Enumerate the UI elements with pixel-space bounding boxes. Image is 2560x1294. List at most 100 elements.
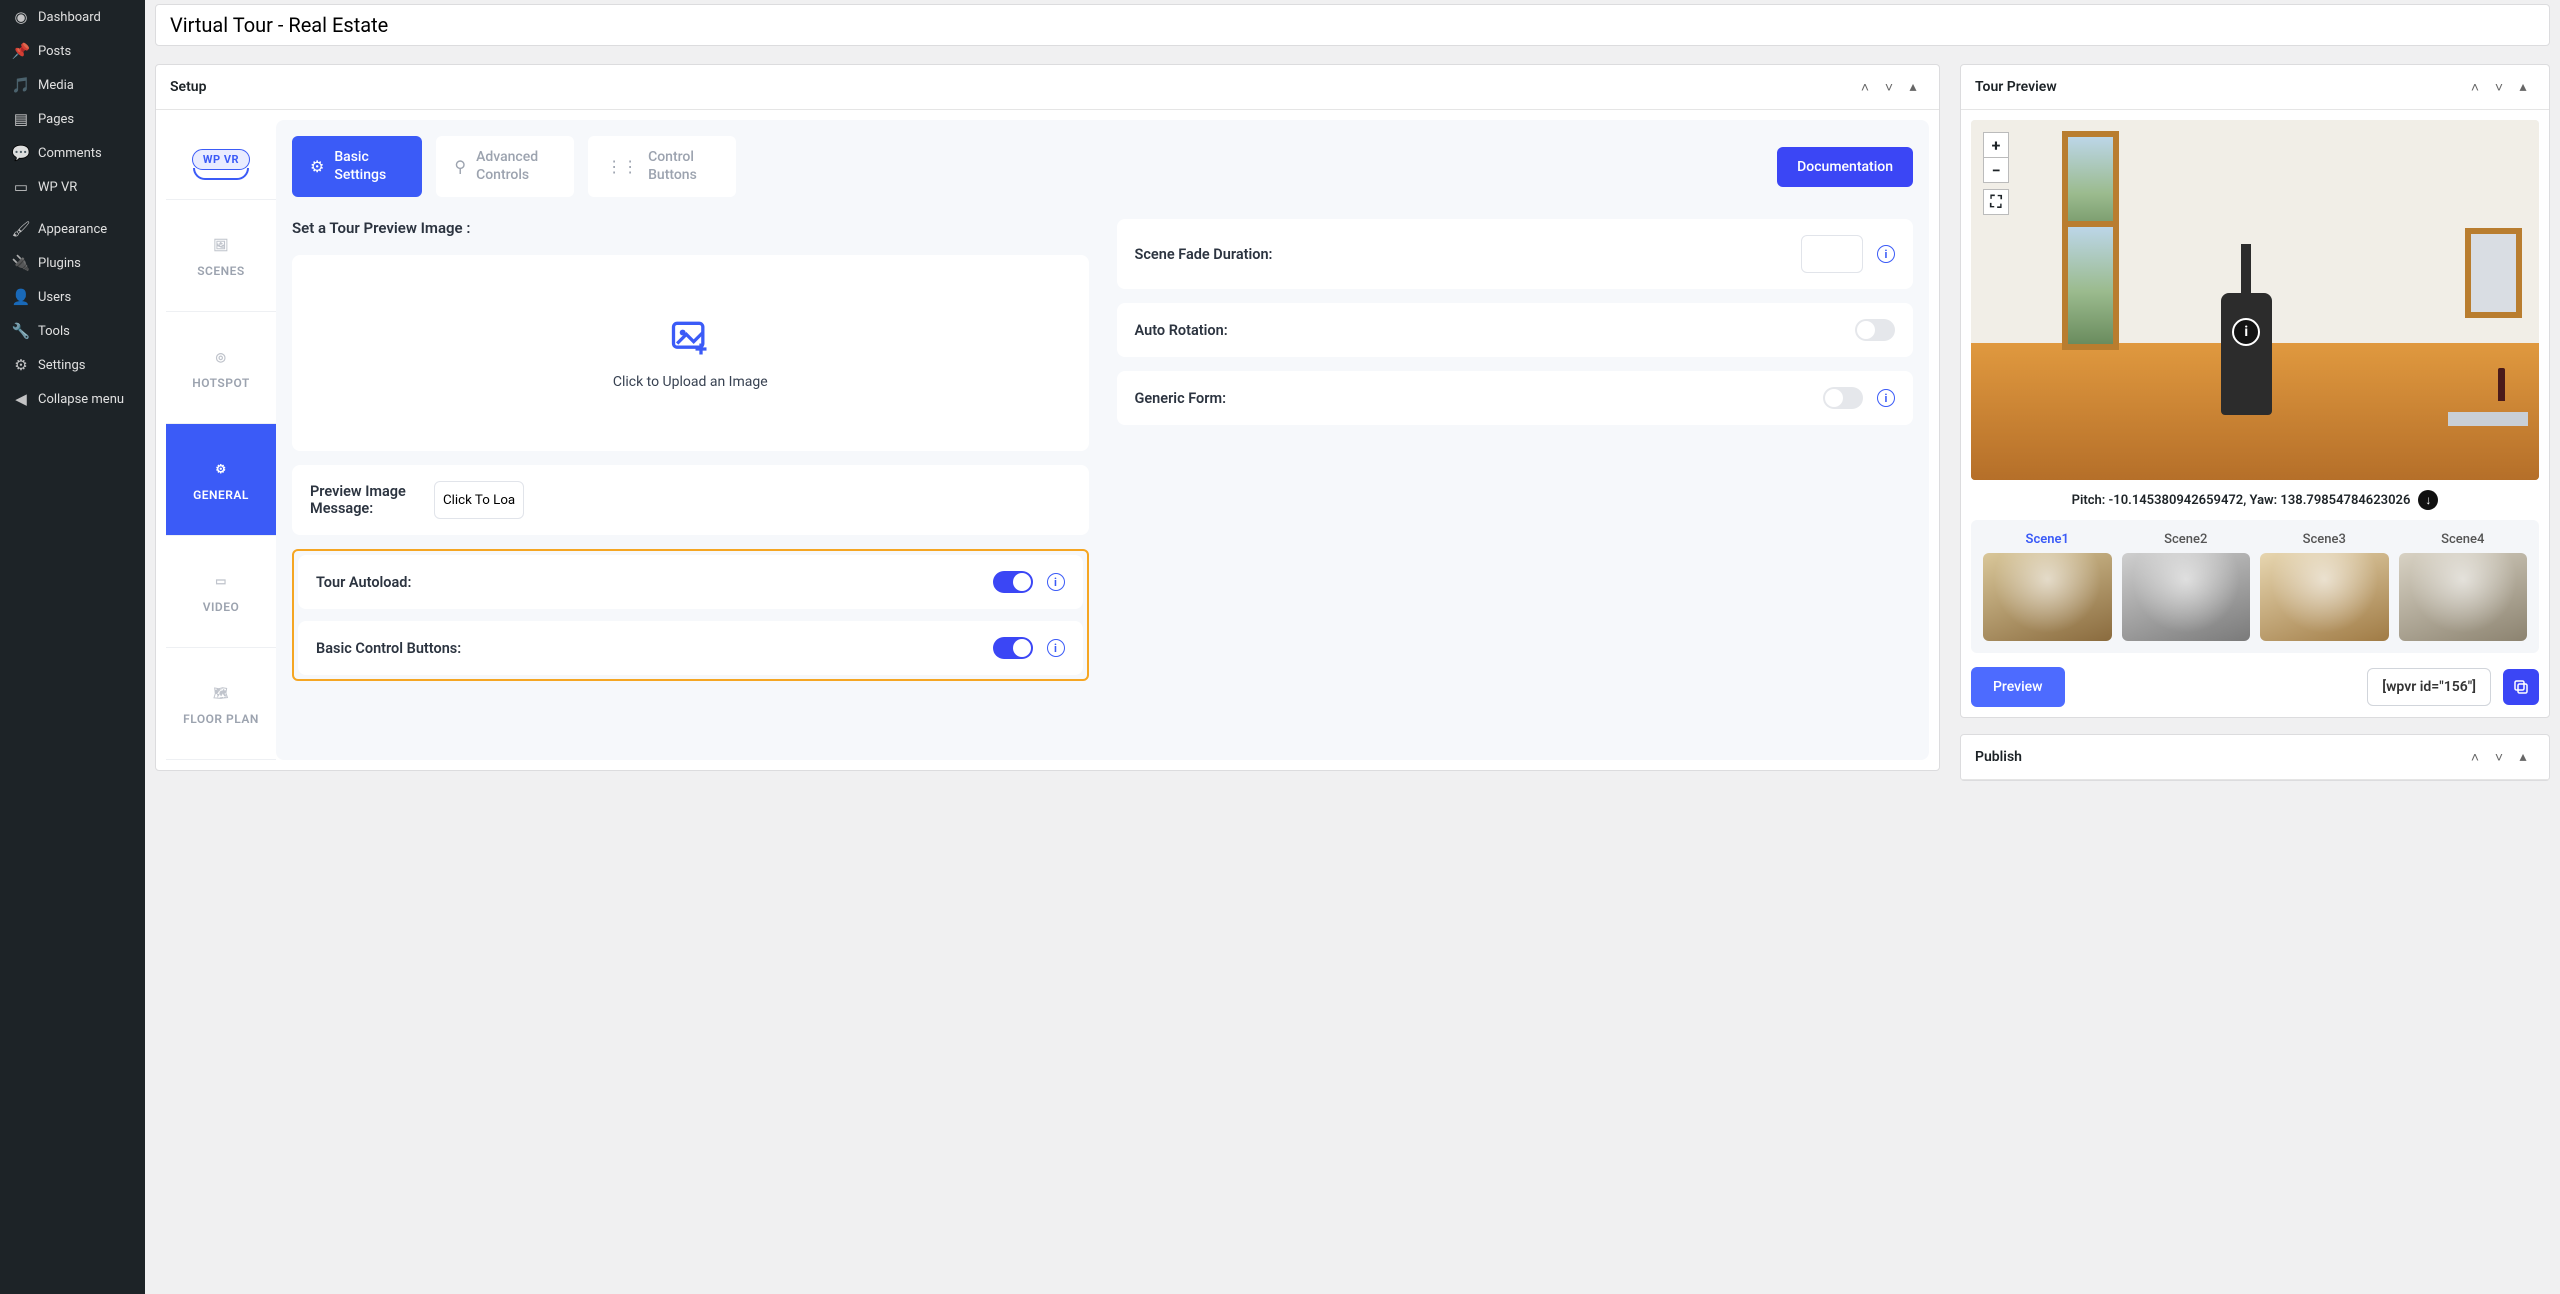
vtab-floorplan[interactable]: 🗺FLOOR PLAN [166, 648, 276, 760]
field-label: Auto Rotation: [1135, 322, 1842, 339]
documentation-button[interactable]: Documentation [1777, 147, 1913, 187]
copy-shortcode-button[interactable] [2503, 669, 2539, 705]
menu-users[interactable]: 👤Users [0, 280, 145, 314]
menu-label: Plugins [38, 256, 81, 271]
htab-control-buttons[interactable]: ⋮⋮ Control Buttons [588, 136, 736, 197]
brush-icon: 🖌 [12, 220, 30, 238]
menu-pages[interactable]: ▤Pages [0, 102, 145, 136]
panel-toggle-icon[interactable]: ▴ [2511, 75, 2535, 99]
panel-up-icon[interactable]: ˄ [2463, 745, 2487, 769]
basic-control-buttons-toggle[interactable] [993, 637, 1033, 659]
vtab-hotspot[interactable]: ◎ HOTSPOT [166, 312, 276, 424]
basic-control-buttons-row: Basic Control Buttons: i [298, 621, 1083, 675]
shortcode-display: [wpvr id="156"] [2367, 668, 2491, 706]
gear-icon: ⚙ [210, 458, 232, 480]
scene-thumb-3[interactable]: Scene3 [2260, 532, 2389, 641]
scene-thumb-2[interactable]: Scene2 [2122, 532, 2251, 641]
tour-preview-postbox: Tour Preview ˄ ˅ ▴ [1960, 64, 2550, 718]
panel-toggle-icon[interactable]: ▴ [2511, 745, 2535, 769]
menu-label: Posts [38, 44, 71, 59]
help-icon[interactable]: i [1047, 639, 1065, 657]
htab-label: Control Buttons [648, 149, 718, 184]
panorama-viewer[interactable]: i + − ⛶ [1971, 120, 2539, 480]
help-icon[interactable]: i [1047, 573, 1065, 591]
menu-media[interactable]: 🎵Media [0, 68, 145, 102]
htab-advanced-controls[interactable]: ⚲Advanced Controls [436, 136, 574, 197]
plug-icon: 🔌 [12, 254, 30, 272]
menu-settings[interactable]: ⚙Settings [0, 348, 145, 382]
vertical-tabs: WP VR 🖼SCENES ◎HOTSPOT ⚙GENERAL ▭VIDEO 🗺… [166, 120, 276, 760]
menu-label: Dashboard [38, 10, 101, 25]
vtab-general[interactable]: ⚙GENERAL [166, 424, 276, 536]
menu-label: Tools [38, 324, 70, 339]
zoom-out-button[interactable]: − [1983, 157, 2009, 183]
vtab-scenes[interactable]: 🖼SCENES [166, 200, 276, 312]
publish-postbox: Publish ˄ ˅ ▴ [1960, 734, 2550, 781]
menu-collapse[interactable]: ◀Collapse menu [0, 382, 145, 416]
scene-thumb-4[interactable]: Scene4 [2399, 532, 2528, 641]
panel-down-icon[interactable]: ˅ [2487, 75, 2511, 99]
panel-toggle-icon[interactable]: ▴ [1901, 75, 1925, 99]
preview-image-heading: Set a Tour Preview Image : [292, 219, 1089, 237]
image-icon: 🖼 [210, 234, 232, 256]
tour-autoload-toggle[interactable] [993, 571, 1033, 593]
scene-thumb-1[interactable]: Scene1 [1983, 532, 2112, 641]
menu-tools[interactable]: 🔧Tools [0, 314, 145, 348]
scene-fade-duration-row: Scene Fade Duration: i [1117, 219, 1914, 289]
copy-icon [2512, 678, 2530, 696]
htab-basic-settings[interactable]: ⚙Basic Settings [292, 136, 422, 197]
upload-preview-image[interactable]: Click to Upload an Image [292, 255, 1089, 451]
tour-preview-heading: Tour Preview [1975, 79, 2463, 95]
fullscreen-button[interactable]: ⛶ [1983, 189, 2009, 215]
vtab-label: VIDEO [203, 600, 240, 614]
generic-form-toggle[interactable] [1823, 387, 1863, 409]
dashboard-icon: ◉ [12, 8, 30, 26]
generic-form-row: Generic Form: i [1117, 371, 1914, 425]
comment-icon: 💬 [12, 144, 30, 162]
menu-label: Comments [38, 146, 102, 161]
download-icon[interactable]: ↓ [2418, 490, 2438, 510]
auto-rotation-row: Auto Rotation: [1117, 303, 1914, 357]
target-icon: ◎ [210, 346, 232, 368]
pin-icon: 📌 [12, 42, 30, 60]
menu-posts[interactable]: 📌 Posts [0, 34, 145, 68]
pages-icon: ▤ [12, 110, 30, 128]
scene-fade-duration-input[interactable] [1801, 235, 1863, 273]
pitch-yaw-readout: Pitch: -10.145380942659472, Yaw: 138.798… [2072, 493, 2411, 508]
preview-message-input[interactable] [434, 481, 524, 519]
panel-down-icon[interactable]: ˅ [1877, 75, 1901, 99]
scene-label: Scene3 [2303, 532, 2346, 547]
zoom-in-button[interactable]: + [1983, 132, 2009, 158]
menu-comments[interactable]: 💬 Comments [0, 136, 145, 170]
menu-label: Collapse menu [38, 392, 124, 407]
vtab-label: HOTSPOT [192, 376, 250, 390]
scene-label: Scene4 [2441, 532, 2484, 547]
menu-label: Media [38, 78, 74, 93]
controls-icon: ⋮⋮ [606, 157, 638, 177]
htab-label: Advanced Controls [476, 149, 556, 184]
preview-button[interactable]: Preview [1971, 667, 2065, 707]
htab-label: Basic Settings [334, 149, 404, 184]
help-icon[interactable]: i [1877, 389, 1895, 407]
menu-wpvr[interactable]: ▭WP VR [0, 170, 145, 204]
menu-label: Settings [38, 358, 85, 373]
panel-down-icon[interactable]: ˅ [2487, 745, 2511, 769]
publish-heading: Publish [1975, 749, 2463, 765]
upload-label: Click to Upload an Image [613, 374, 768, 390]
setup-heading: Setup [170, 79, 1853, 95]
setup-postbox: Setup ˄ ˅ ▴ WP VR 🖼SCENES [155, 64, 1940, 771]
menu-label: Users [38, 290, 71, 305]
vtab-video[interactable]: ▭VIDEO [166, 536, 276, 648]
help-icon[interactable]: i [1877, 245, 1895, 263]
menu-appearance[interactable]: 🖌Appearance [0, 212, 145, 246]
menu-plugins[interactable]: 🔌 Plugins [0, 246, 145, 280]
panel-up-icon[interactable]: ˄ [1853, 75, 1877, 99]
auto-rotation-toggle[interactable] [1855, 319, 1895, 341]
field-label: Basic Control Buttons: [316, 640, 979, 657]
highlighted-settings: Tour Autoload: i Basic Control Buttons: [292, 549, 1089, 681]
menu-dashboard[interactable]: ◉ Dashboard [0, 0, 145, 34]
scene-label: Scene1 [2026, 532, 2069, 547]
map-icon: 🗺 [210, 682, 232, 704]
tour-title-input[interactable] [155, 4, 2550, 46]
panel-up-icon[interactable]: ˄ [2463, 75, 2487, 99]
